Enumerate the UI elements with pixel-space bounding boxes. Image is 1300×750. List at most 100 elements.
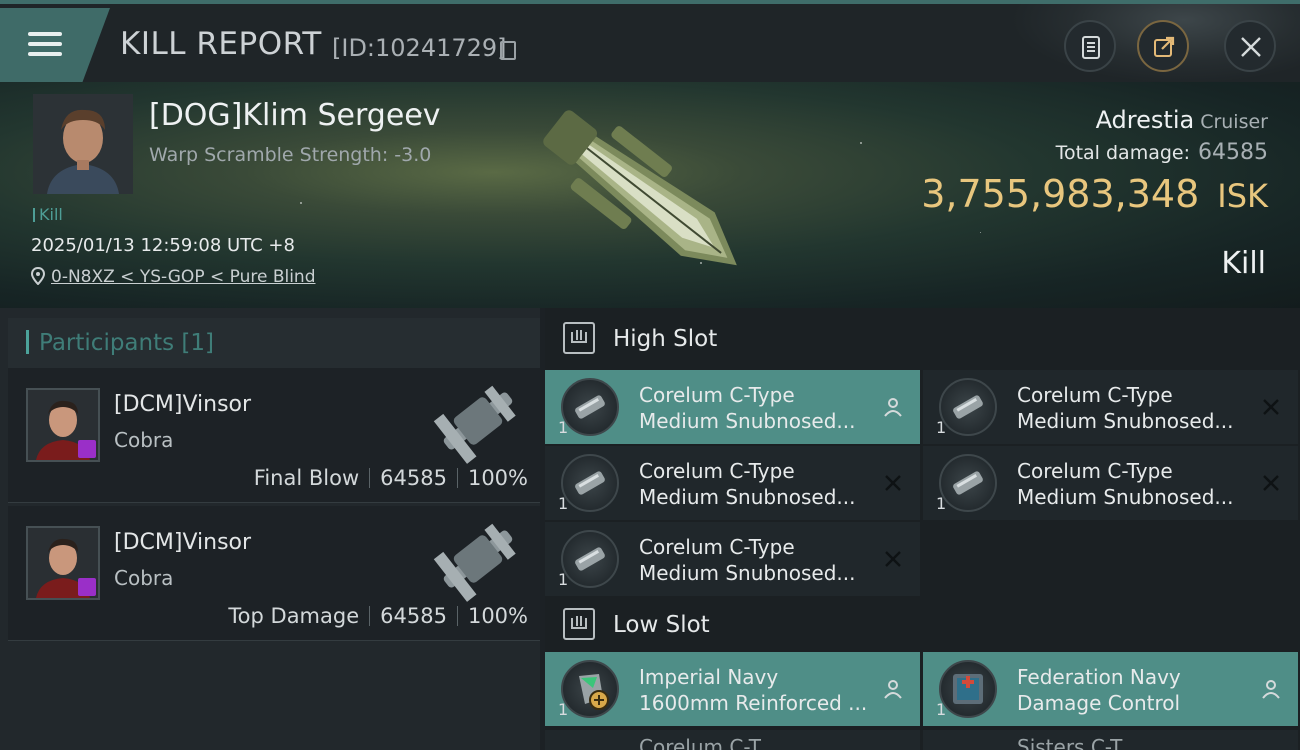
module-name-line1: Corelum C-T... bbox=[639, 735, 778, 750]
participants-title: Participants bbox=[39, 330, 175, 356]
close-button[interactable] bbox=[1224, 20, 1276, 72]
kill-result: Kill bbox=[1221, 246, 1266, 281]
module-item[interactable]: 1 Federation Navy Damage Control bbox=[923, 652, 1298, 726]
total-damage: Total damage: 64585 bbox=[1055, 140, 1268, 165]
launcher-module-icon bbox=[561, 454, 619, 512]
module-item[interactable]: 1 Corelum C-Type Medium Snubnosed... bbox=[923, 370, 1298, 444]
low-slot-header: Low Slot bbox=[545, 594, 1300, 656]
kill-datetime: 2025/01/13 12:59:08 UTC +8 bbox=[31, 235, 295, 256]
person-icon bbox=[882, 396, 904, 418]
module-name-line1: Imperial Navy bbox=[639, 665, 779, 689]
launcher-module-icon bbox=[939, 378, 997, 436]
module-quantity: 1 bbox=[558, 418, 569, 437]
participant-role: Final Blow bbox=[253, 466, 360, 490]
participant-percent: 100% bbox=[467, 604, 528, 628]
module-item[interactable]: 1 Corelum C-Type Medium Snubnosed... bbox=[923, 446, 1298, 520]
share-icon bbox=[1154, 36, 1175, 57]
copy-icon[interactable] bbox=[500, 41, 516, 60]
person-icon bbox=[882, 678, 904, 700]
module-name-line1: Corelum C-Type bbox=[639, 459, 795, 483]
report-id: [ID:10241729] bbox=[332, 34, 507, 62]
launcher-module-icon bbox=[939, 454, 997, 512]
participant-ship-image bbox=[433, 523, 516, 602]
low-slot-label: Low Slot bbox=[613, 612, 710, 638]
module-item[interactable]: 1 Imperial Navy 1600mm Reinforced ... bbox=[545, 652, 920, 726]
close-icon bbox=[882, 472, 904, 494]
location-pin-icon bbox=[30, 266, 46, 286]
participants-panel: Participants [1] [DCM]Vinsor Cobra Final… bbox=[0, 308, 540, 750]
victim-ship-image bbox=[543, 110, 737, 266]
module-name-line1: Corelum C-Type bbox=[639, 383, 795, 407]
module-quantity: 1 bbox=[936, 494, 947, 513]
victim-name[interactable]: [DOG]Klim Sergeev bbox=[149, 98, 441, 133]
menu-button[interactable] bbox=[0, 8, 110, 82]
low-slot-icon bbox=[563, 608, 595, 640]
close-icon bbox=[1241, 37, 1261, 57]
participant-stats: Final Blow 64585 100% bbox=[254, 466, 528, 490]
warp-scramble-strength: Warp Scramble Strength: -3.0 bbox=[149, 144, 432, 166]
damage-control-module-icon bbox=[939, 660, 997, 718]
rank-badge-icon bbox=[78, 440, 96, 458]
clipboard-button[interactable] bbox=[1064, 20, 1116, 72]
participant-role: Top Damage bbox=[228, 604, 360, 628]
participant-damage: 64585 bbox=[380, 604, 447, 628]
participant-row[interactable]: [DCM]Vinsor Cobra Final Blow 64585 100% bbox=[8, 368, 540, 503]
module-item[interactable]: 1 Corelum C-Type Medium Snubnosed... bbox=[545, 446, 920, 520]
module-name-line2: Medium Snubnosed... bbox=[639, 485, 856, 509]
module-item[interactable]: 1 Corelum C-Type Medium Snubnosed... bbox=[545, 522, 920, 596]
module-name-line2: 1600mm Reinforced ... bbox=[639, 691, 868, 715]
module-name-line1: Corelum C-Type bbox=[639, 535, 795, 559]
module-name-line2: Medium Snubnosed... bbox=[1017, 485, 1234, 509]
launcher-module-icon bbox=[561, 378, 619, 436]
module-name-line1: Sisters C-T... bbox=[1017, 735, 1140, 750]
armor-plate-module-icon bbox=[561, 660, 619, 718]
kill-tag: Kill bbox=[33, 205, 63, 224]
participant-ship: Cobra bbox=[114, 428, 174, 452]
participant-ship-image bbox=[433, 385, 516, 464]
participants-header: Participants [1] bbox=[8, 318, 540, 368]
rank-badge-icon bbox=[78, 578, 96, 596]
close-icon bbox=[1260, 396, 1282, 418]
participant-damage: 64585 bbox=[380, 466, 447, 490]
module-name-line2: Damage Control bbox=[1017, 691, 1181, 715]
high-slot-label: High Slot bbox=[613, 326, 718, 352]
module-item[interactable]: 1 Corelum C-Type Medium Snubnosed... bbox=[545, 370, 920, 444]
top-bar: KILL REPORT [ID:10241729] bbox=[0, 0, 1300, 86]
high-slot-icon bbox=[563, 322, 595, 354]
module-quantity: 1 bbox=[558, 570, 569, 589]
participant-percent: 100% bbox=[467, 466, 528, 490]
isk-value: 3,755,983,348 ISK bbox=[921, 172, 1268, 216]
participant-ship: Cobra bbox=[114, 566, 174, 590]
kill-location[interactable]: 0-N8XZ < YS-GOP < Pure Blind bbox=[30, 266, 316, 287]
module-item[interactable]: Sisters C-T... bbox=[923, 730, 1298, 750]
participant-avatar[interactable] bbox=[26, 388, 100, 462]
participant-avatar[interactable] bbox=[26, 526, 100, 600]
participant-name[interactable]: [DCM]Vinsor bbox=[114, 530, 251, 555]
module-item[interactable]: Corelum C-T... bbox=[545, 730, 920, 750]
person-icon bbox=[1260, 678, 1282, 700]
module-name-line1: Corelum C-Type bbox=[1017, 459, 1173, 483]
participant-row[interactable]: [DCM]Vinsor Cobra Top Damage 64585 100% bbox=[8, 506, 540, 641]
module-quantity: 1 bbox=[558, 494, 569, 513]
victim-hero: [DOG]Klim Sergeev Warp Scramble Strength… bbox=[0, 82, 1300, 308]
module-quantity: 1 bbox=[558, 700, 569, 719]
module-name-line2: Medium Snubnosed... bbox=[1017, 409, 1234, 433]
module-name-line1: Federation Navy bbox=[1017, 665, 1181, 689]
module-name-line1: Corelum C-Type bbox=[1017, 383, 1173, 407]
share-button[interactable] bbox=[1137, 20, 1189, 72]
module-quantity: 1 bbox=[936, 700, 947, 719]
launcher-module-icon bbox=[561, 530, 619, 588]
close-icon bbox=[1260, 472, 1282, 494]
module-name-line2: Medium Snubnosed... bbox=[639, 561, 856, 585]
module-quantity: 1 bbox=[936, 418, 947, 437]
victim-avatar[interactable] bbox=[33, 94, 133, 194]
high-slot-header: High Slot bbox=[545, 308, 1300, 370]
fitting-panel: High Slot 1 Corelum C-Type Medium Snubnos… bbox=[545, 308, 1300, 750]
close-icon bbox=[882, 548, 904, 570]
participants-count: [1] bbox=[181, 330, 215, 356]
page-title: KILL REPORT bbox=[120, 26, 322, 62]
module-name-line2: Medium Snubnosed... bbox=[639, 409, 856, 433]
victim-ship-name: Adrestia Cruiser bbox=[1095, 106, 1268, 134]
clipboard-icon bbox=[1082, 36, 1100, 59]
participant-name[interactable]: [DCM]Vinsor bbox=[114, 392, 251, 417]
